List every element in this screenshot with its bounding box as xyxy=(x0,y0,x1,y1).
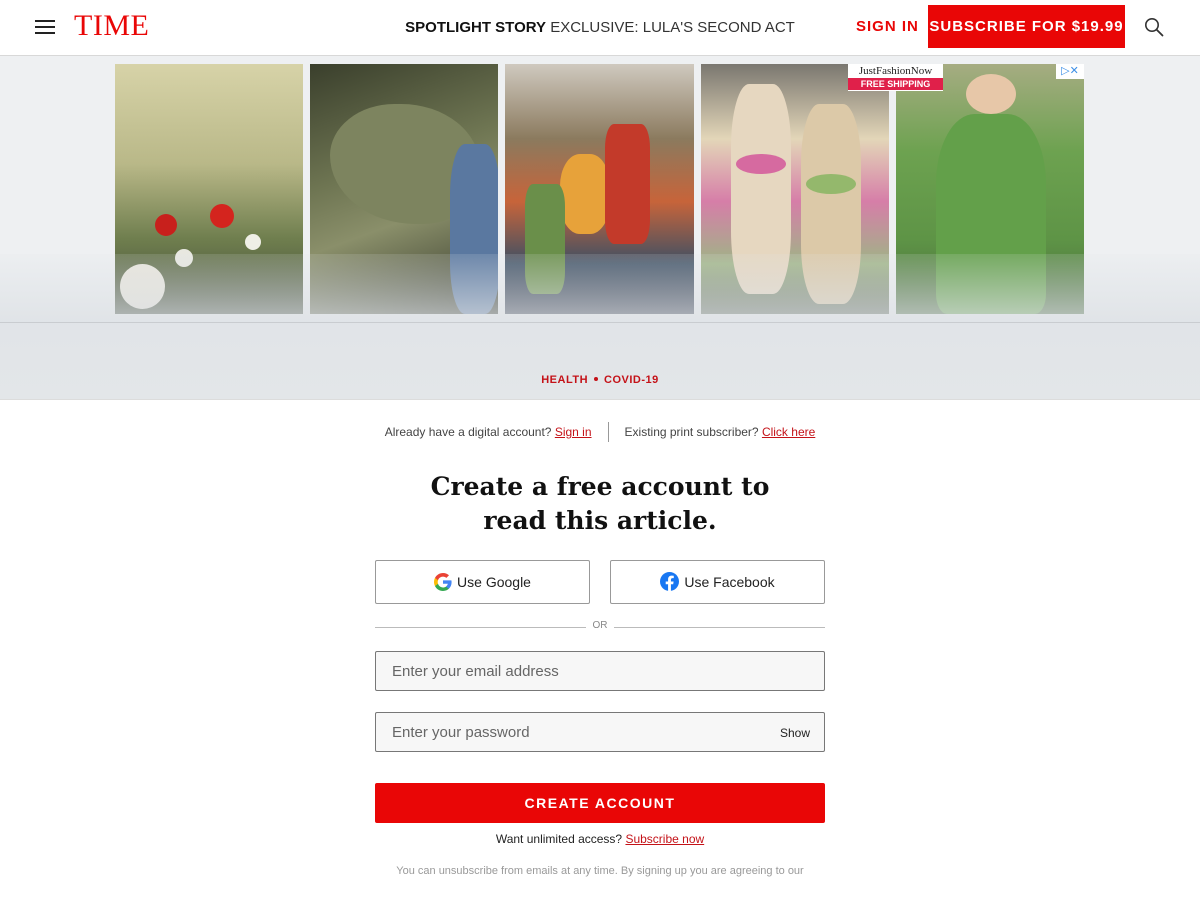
spotlight-title[interactable]: EXCLUSIVE: LULA'S SECOND ACT xyxy=(550,19,795,36)
headline-line-2: read this article. xyxy=(483,506,717,535)
google-signin-button[interactable]: Use Google xyxy=(375,560,590,604)
click-here-link[interactable]: Click here xyxy=(762,425,815,439)
ad-shipping-label: FREE SHIPPING xyxy=(848,78,943,90)
subscribe-button[interactable]: SUBSCRIBE FOR $19.99 xyxy=(928,5,1125,48)
digital-prompt-text: Already have a digital account? xyxy=(384,425,552,439)
site-header: TIME SPOTLIGHT STORY EXCLUSIVE: LULA'S S… xyxy=(0,0,1200,56)
email-input[interactable] xyxy=(375,651,825,691)
unlimited-prompt: Want unlimited access? xyxy=(495,832,623,846)
print-prompt-text: Existing print subscriber? xyxy=(624,425,759,439)
or-divider: OR xyxy=(375,619,825,635)
sign-in-link[interactable]: SIGN IN xyxy=(856,18,919,35)
adchoices-close-icon[interactable]: ▷✕ xyxy=(1056,64,1084,79)
show-password-toggle[interactable]: Show xyxy=(780,726,810,740)
facebook-signin-button[interactable]: Use Facebook xyxy=(610,560,825,604)
tag-health[interactable]: HEALTH xyxy=(541,374,588,386)
account-row: Already have a digital account? Sign in … xyxy=(0,422,1200,442)
paywall-modal: Already have a digital account? Sign in … xyxy=(0,399,1200,900)
article-background: JustFashionNow FREE SHIPPING ▷✕ HEALTH CO… xyxy=(0,56,1200,400)
password-input[interactable] xyxy=(375,712,825,752)
digital-account-prompt: Already have a digital account? Sign in xyxy=(369,425,608,439)
search-icon[interactable] xyxy=(1144,17,1164,37)
unlimited-access-row: Want unlimited access? Subscribe now xyxy=(0,832,1200,846)
legal-text: You can unsubscribe from emails at any t… xyxy=(396,865,804,877)
or-label: OR xyxy=(592,620,608,631)
headline-line-1: Create a free account to xyxy=(430,472,770,501)
subscribe-now-link[interactable]: Subscribe now xyxy=(625,832,704,846)
google-icon xyxy=(434,572,452,591)
create-account-button[interactable]: CREATE ACCOUNT xyxy=(375,783,825,823)
google-button-label: Use Google xyxy=(457,574,531,590)
tag-separator xyxy=(594,377,599,382)
spotlight-label: SPOTLIGHT STORY xyxy=(405,19,547,36)
ad-brand-name: JustFashionNow xyxy=(858,65,933,77)
print-subscriber-prompt: Existing print subscriber? Click here xyxy=(609,425,832,439)
facebook-icon xyxy=(660,572,680,592)
tag-covid[interactable]: COVID-19 xyxy=(604,374,659,386)
paywall-headline: Create a free account to read this artic… xyxy=(0,470,1200,538)
article-tags: HEALTH COVID-19 xyxy=(0,374,1200,386)
divider xyxy=(0,322,1200,323)
sign-in-link[interactable]: Sign in xyxy=(555,425,592,439)
ad-brand-label[interactable]: JustFashionNow FREE SHIPPING xyxy=(848,64,943,91)
facebook-button-label: Use Facebook xyxy=(684,574,775,590)
or-line-right xyxy=(614,627,825,628)
